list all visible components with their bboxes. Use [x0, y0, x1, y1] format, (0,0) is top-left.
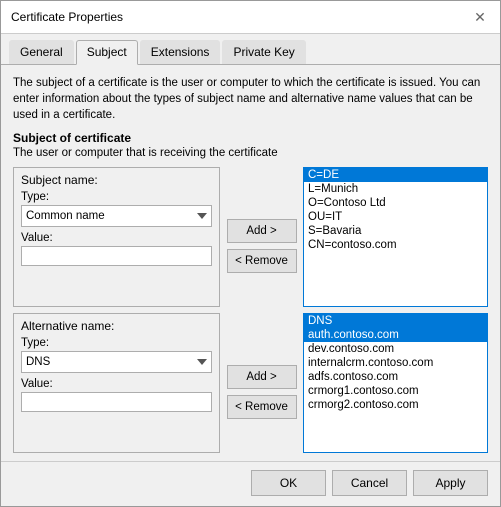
list-item[interactable]: CN=contoso.com [304, 238, 487, 252]
alt-value-label: Value: [21, 378, 212, 390]
subject-name-section: Subject name: Type: Common name Organiza… [13, 167, 488, 307]
subject-add-button[interactable]: Add > [227, 219, 297, 243]
alt-name-section: Alternative name: Type: DNS IP Address E… [13, 313, 488, 453]
subject-list-area: C=DE L=Munich O=Contoso Ltd OU=IT S=Bava… [303, 167, 488, 307]
list-item[interactable]: L=Munich [304, 182, 487, 196]
subject-value-input[interactable] [21, 246, 212, 266]
close-button[interactable]: ✕ [470, 7, 490, 27]
alt-value-input[interactable] [21, 392, 212, 412]
alt-remove-button[interactable]: < Remove [227, 395, 297, 419]
subject-of-certificate-label: Subject of certificate [13, 131, 488, 145]
subject-type-select[interactable]: Common name Organization Organizational … [21, 205, 212, 227]
list-item[interactable]: O=Contoso Ltd [304, 196, 487, 210]
list-item[interactable]: C=DE [304, 168, 487, 182]
list-item[interactable]: S=Bavaria [304, 224, 487, 238]
alt-listbox[interactable]: DNS auth.contoso.com dev.contoso.com int… [303, 313, 488, 453]
alt-type-select[interactable]: DNS IP Address Email UPN [21, 351, 212, 373]
alt-type-label: Type: [21, 337, 212, 349]
alt-name-group: Alternative name: Type: DNS IP Address E… [13, 313, 220, 453]
description-text: The subject of a certificate is the user… [13, 75, 488, 123]
window-title: Certificate Properties [11, 10, 123, 24]
alt-list-area: DNS auth.contoso.com dev.contoso.com int… [303, 313, 488, 453]
main-layout: Subject name: Type: Common name Organiza… [13, 167, 488, 453]
certificate-properties-window: Certificate Properties ✕ General Subject… [0, 0, 501, 507]
subject-name-label: Subject name: [21, 173, 212, 187]
tab-private-key[interactable]: Private Key [222, 40, 305, 64]
tab-extensions[interactable]: Extensions [140, 40, 221, 64]
alt-name-label: Alternative name: [21, 319, 212, 333]
list-item[interactable]: crmorg1.contoso.com [304, 384, 487, 398]
subject-type-label: Type: [21, 191, 212, 203]
list-item[interactable]: adfs.contoso.com [304, 370, 487, 384]
tab-bar: General Subject Extensions Private Key [1, 34, 500, 65]
bottom-button-bar: OK Cancel Apply [1, 461, 500, 506]
alt-add-button[interactable]: Add > [227, 365, 297, 389]
tab-general[interactable]: General [9, 40, 74, 64]
list-item[interactable]: DNS [304, 314, 487, 328]
cancel-button[interactable]: Cancel [332, 470, 407, 496]
ok-button[interactable]: OK [251, 470, 326, 496]
apply-button[interactable]: Apply [413, 470, 488, 496]
subject-remove-button[interactable]: < Remove [227, 249, 297, 273]
subject-buttons: Add > < Remove [224, 167, 299, 307]
tab-content: The subject of a certificate is the user… [1, 65, 500, 461]
subject-value-label: Value: [21, 232, 212, 244]
subject-name-group: Subject name: Type: Common name Organiza… [13, 167, 220, 307]
list-item[interactable]: auth.contoso.com [304, 328, 487, 342]
subject-of-certificate-sub: The user or computer that is receiving t… [13, 147, 488, 159]
list-item[interactable]: crmorg2.contoso.com [304, 398, 487, 412]
alt-buttons: Add > < Remove [224, 313, 299, 453]
subject-listbox[interactable]: C=DE L=Munich O=Contoso Ltd OU=IT S=Bava… [303, 167, 488, 307]
list-item[interactable]: internalcrm.contoso.com [304, 356, 487, 370]
list-item[interactable]: OU=IT [304, 210, 487, 224]
tab-subject[interactable]: Subject [76, 40, 138, 65]
list-item[interactable]: dev.contoso.com [304, 342, 487, 356]
title-bar: Certificate Properties ✕ [1, 1, 500, 34]
